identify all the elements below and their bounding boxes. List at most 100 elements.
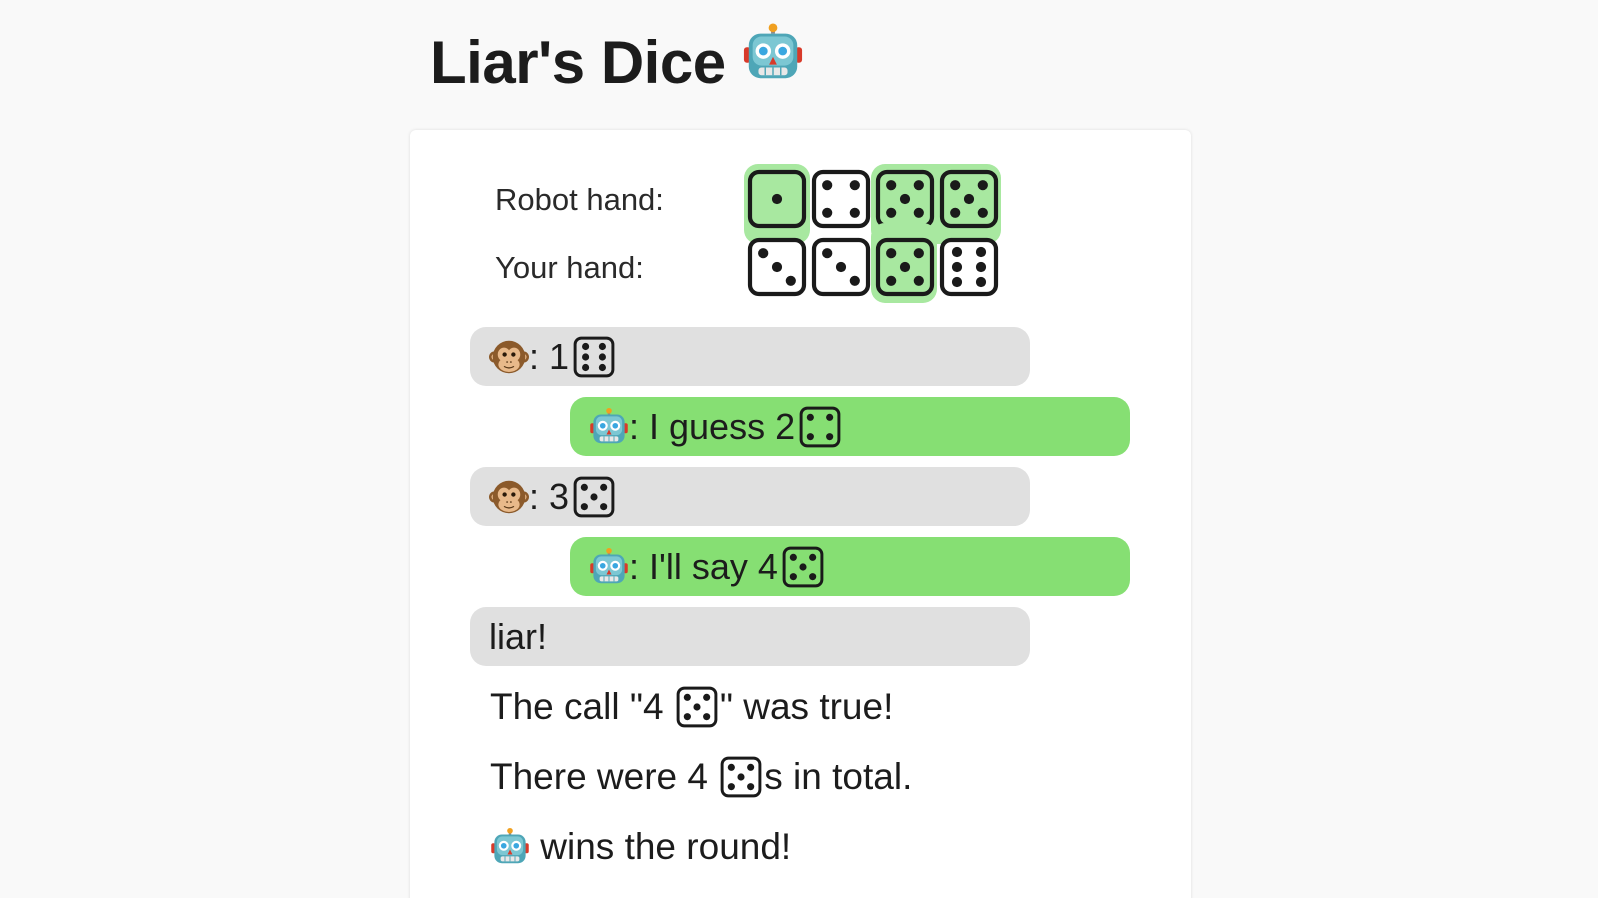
hand-die [873, 233, 937, 301]
die-pip [899, 193, 911, 205]
result-text: The call "4 [490, 686, 674, 727]
die-pip [806, 413, 815, 421]
your-hand-label: Your hand: [495, 250, 644, 285]
die-pip [886, 248, 897, 259]
die-pip [785, 275, 796, 286]
die-pip [789, 553, 797, 561]
die-pip [951, 261, 963, 273]
die-face [939, 237, 999, 297]
die-pip [886, 180, 897, 191]
die-pip [886, 207, 897, 218]
message-text: liar! [489, 616, 548, 657]
result-text: " was true! [719, 686, 894, 727]
die-pip [835, 261, 847, 273]
die-pip [963, 193, 975, 205]
die-five-icon [573, 476, 615, 517]
result-line-2: There were 4 s in total. [490, 747, 912, 806]
robot-face [491, 827, 529, 863]
die-five-icon [573, 476, 615, 518]
die-five-icon [875, 169, 935, 229]
robot-hand-label: Robot hand: [495, 182, 664, 217]
die-pip [747, 763, 755, 771]
monkey-face [489, 480, 529, 513]
die-pip [789, 572, 797, 580]
message-text: : 1 [529, 336, 570, 377]
die-pip [582, 342, 590, 350]
die-pip [913, 180, 924, 191]
die-pip [580, 502, 588, 510]
die-pip [822, 248, 833, 259]
die-face [573, 336, 615, 377]
die-pip [913, 248, 924, 259]
message-text: : I'll say 4 [629, 546, 778, 587]
page: Liar's Dice Robot hand: Your hand: : 1:… [0, 0, 1598, 898]
message-robot-2: : I'll say 4 [570, 537, 1130, 596]
die-five-icon [782, 546, 824, 588]
die-pip [580, 483, 588, 491]
die-pip [600, 502, 608, 510]
die-three-icon [811, 237, 871, 297]
die-pip [600, 483, 608, 491]
robot-face [590, 407, 628, 443]
die-five-icon [720, 756, 762, 798]
result-line-3: wins the round! [490, 817, 791, 876]
die-five-icon [782, 546, 824, 587]
die-three-icon [747, 237, 807, 297]
result-line-1: The call "4 " was true! [490, 677, 893, 736]
die-pip [977, 207, 988, 218]
page-title: Liar's Dice [430, 22, 804, 104]
hand-die [809, 233, 873, 301]
die-four-icon [799, 406, 841, 447]
die-pip [809, 553, 817, 561]
die-pip [683, 693, 691, 701]
game-card: Robot hand: Your hand: : 1 : I guess 2 : [410, 130, 1191, 898]
monkey-icon [489, 477, 529, 517]
hand-die [745, 233, 809, 301]
robot-icon [589, 547, 629, 587]
die-pip [728, 763, 736, 771]
result-text: There were 4 [490, 756, 719, 797]
die-pip [899, 261, 911, 273]
robot-dice [745, 165, 1001, 233]
die-pip [975, 276, 987, 288]
die-pip [693, 702, 701, 711]
die-pip [747, 782, 755, 790]
title-text: Liar's Dice [430, 29, 726, 96]
monkey-icon [489, 337, 529, 377]
robot-icon [589, 407, 629, 447]
die-pip [598, 342, 607, 350]
hand-die [809, 165, 873, 233]
monkey-face [489, 340, 529, 373]
die-pip [826, 413, 834, 421]
die-pip [822, 207, 833, 218]
die-pip [590, 492, 598, 501]
die-pip [822, 180, 833, 191]
die-face [799, 406, 841, 447]
die-face [811, 169, 871, 229]
die-pip [598, 352, 607, 361]
message-monkey-2: : 3 [470, 467, 1030, 526]
result-text: wins the round! [530, 826, 792, 867]
robot-icon [742, 22, 804, 104]
die-pip [886, 275, 897, 286]
robot-face [590, 547, 628, 583]
message-text: : I guess 2 [629, 406, 796, 447]
robot-icon [490, 827, 530, 867]
die-pip [728, 782, 736, 790]
die-pip [771, 193, 783, 205]
robot-face [743, 23, 802, 79]
die-pip [849, 275, 860, 286]
die-pip [806, 432, 815, 440]
message-liar: liar! [470, 607, 1030, 666]
die-pip [771, 261, 783, 273]
die-pip [702, 693, 711, 701]
die-pip [582, 363, 590, 371]
die-pip [849, 180, 860, 191]
die-four-icon [799, 406, 841, 448]
die-pip [950, 207, 961, 218]
result-text: s in total. [764, 756, 913, 797]
hand-die [937, 165, 1001, 233]
die-five-icon [875, 237, 935, 297]
die-four-icon [811, 169, 871, 229]
die-six-icon [573, 336, 615, 378]
